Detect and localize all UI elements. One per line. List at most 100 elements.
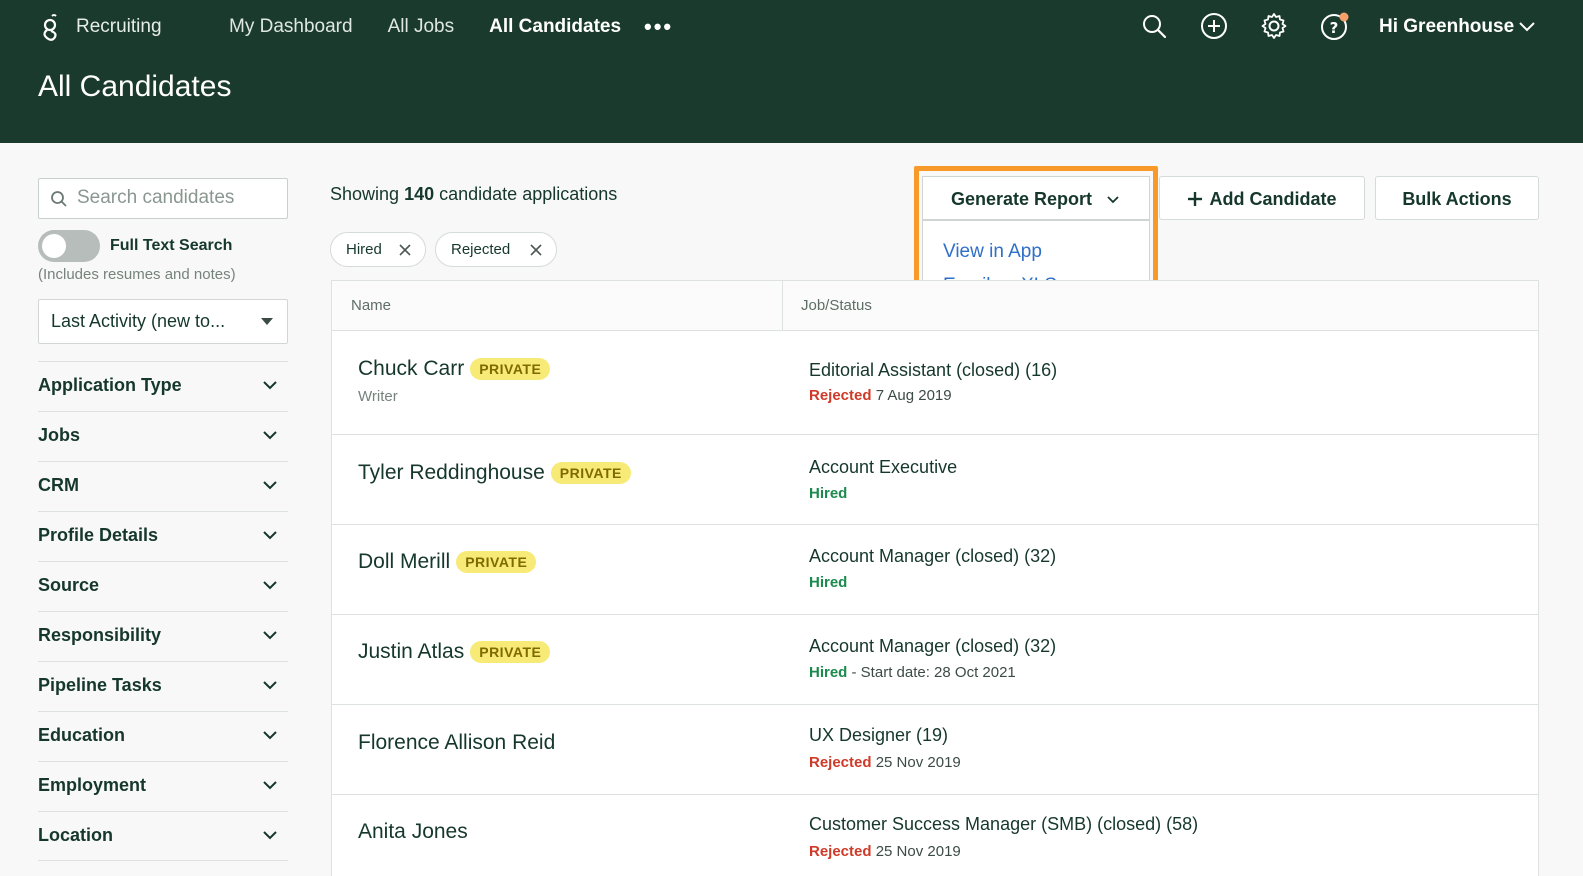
candidate-name-text: Chuck Carr xyxy=(358,357,465,380)
filter-label: Responsibility xyxy=(38,625,162,645)
bulk-actions-button[interactable]: Bulk Actions xyxy=(1375,176,1539,220)
column-name[interactable]: Name xyxy=(351,297,391,314)
candidate-name[interactable]: Doll Merill PRIVATE xyxy=(358,550,537,574)
application-status: Rejected 25 Nov 2019 xyxy=(809,843,961,860)
table-row[interactable]: Doll Merill PRIVATE Account Manager (clos… xyxy=(332,525,1538,615)
chevron-down-icon xyxy=(263,531,277,540)
main-nav: My Dashboard All Jobs All Candidates xyxy=(229,16,656,38)
status-detail: 25 Nov 2019 xyxy=(875,754,961,771)
table-row[interactable]: Tyler Reddinghouse PRIVATE Account Execut… xyxy=(332,435,1538,525)
svg-text:?: ? xyxy=(1330,19,1339,37)
top-header: Recruiting My Dashboard All Jobs All Can… xyxy=(0,0,1583,143)
plus-circle-icon[interactable] xyxy=(1200,12,1228,40)
candidates-table: Name Job/Status Chuck Carr PRIVATE Writer… xyxy=(331,280,1539,876)
candidate-name[interactable]: Justin Atlas PRIVATE xyxy=(358,640,551,664)
private-badge: PRIVATE xyxy=(456,551,537,573)
status-label: Rejected xyxy=(809,843,872,860)
close-icon[interactable] xyxy=(399,244,411,256)
filter-source[interactable]: Source xyxy=(38,561,288,611)
chip-label: Hired xyxy=(346,241,382,258)
filter-label: Application Type xyxy=(38,375,182,395)
filter-responsibility[interactable]: Responsibility xyxy=(38,611,288,661)
job-title[interactable]: Customer Success Manager (SMB) (closed) … xyxy=(809,814,1198,835)
status-label: Rejected xyxy=(809,754,872,771)
user-menu[interactable]: Hi Greenhouse xyxy=(1379,16,1514,38)
job-title[interactable]: Account Manager (closed) (32) xyxy=(809,546,1056,567)
nav-all-candidates[interactable]: All Candidates xyxy=(489,16,621,38)
table-row[interactable]: Florence Allison Reid UX Designer (19) R… xyxy=(332,705,1538,795)
sort-value: Last Activity (new to... xyxy=(51,311,226,331)
job-title[interactable]: Editorial Assistant (closed) (16) xyxy=(809,360,1057,381)
gear-icon[interactable] xyxy=(1260,12,1288,40)
filter-application-type[interactable]: Application Type xyxy=(38,361,288,411)
column-job-status[interactable]: Job/Status xyxy=(801,297,872,314)
application-status: Hired xyxy=(809,574,847,591)
candidate-name[interactable]: Florence Allison Reid xyxy=(358,731,555,755)
candidate-name[interactable]: Tyler Reddinghouse PRIVATE xyxy=(358,461,631,485)
plus-icon xyxy=(1188,192,1203,206)
candidate-name-text: Florence Allison Reid xyxy=(358,731,556,754)
full-text-search-note: (Includes resumes and notes) xyxy=(38,266,236,283)
search-icon xyxy=(51,191,67,207)
help-icon[interactable]: ? xyxy=(1320,12,1352,40)
status-detail: - Start date: 28 Oct 2021 xyxy=(851,664,1016,681)
candidate-name-text: Doll Merill xyxy=(358,550,451,573)
filter-jobs[interactable]: Jobs xyxy=(38,411,288,461)
table-row[interactable]: Justin Atlas PRIVATE Account Manager (clo… xyxy=(332,615,1538,705)
candidate-name-text: Tyler Reddinghouse xyxy=(358,461,545,484)
chevron-down-icon xyxy=(263,431,277,440)
private-badge: PRIVATE xyxy=(470,641,551,663)
private-badge: PRIVATE xyxy=(470,358,551,380)
job-title[interactable]: Account Manager (closed) (32) xyxy=(809,636,1056,657)
status-label: Hired xyxy=(809,485,848,502)
sort-select[interactable]: Last Activity (new to... xyxy=(38,299,288,344)
chevron-down-icon xyxy=(263,481,277,490)
bulk-actions-label: Bulk Actions xyxy=(1402,189,1512,209)
add-candidate-button[interactable]: Add Candidate xyxy=(1159,176,1365,220)
private-badge: PRIVATE xyxy=(550,462,631,484)
search-candidates xyxy=(38,178,288,219)
table-header: Name Job/Status xyxy=(332,281,1538,331)
status-detail: 25 Nov 2019 xyxy=(875,843,961,860)
toggle-knob xyxy=(42,234,66,258)
filter-crm[interactable]: CRM xyxy=(38,461,288,511)
chevron-down-icon xyxy=(263,581,277,590)
caret-down-icon xyxy=(261,318,273,325)
status-label: Hired xyxy=(809,574,848,591)
filter-profile-details[interactable]: Profile Details xyxy=(38,511,288,561)
full-text-search-toggle[interactable] xyxy=(38,230,100,262)
filter-label: CRM xyxy=(38,475,79,495)
nav-my-dashboard[interactable]: My Dashboard xyxy=(229,16,353,38)
filter-label: Profile Details xyxy=(38,525,159,545)
filter-education[interactable]: Education xyxy=(38,711,288,761)
filter-pipeline-tasks[interactable]: Pipeline Tasks xyxy=(38,661,288,711)
filter-employment[interactable]: Employment xyxy=(38,761,288,811)
results-count: Showing 140 candidate applications xyxy=(330,184,617,205)
showing-count: 140 xyxy=(404,184,435,204)
search-icon[interactable] xyxy=(1140,12,1168,40)
chevron-down-icon xyxy=(263,831,277,840)
filter-label: Location xyxy=(38,825,113,845)
job-title[interactable]: Account Executive xyxy=(809,457,957,478)
table-row[interactable]: Anita Jones Customer Success Manager (SM… xyxy=(332,795,1538,876)
showing-prefix: Showing xyxy=(330,184,400,204)
showing-suffix: candidate applications xyxy=(439,184,618,204)
chevron-down-icon[interactable] xyxy=(1518,20,1536,34)
table-row[interactable]: Chuck Carr PRIVATE Writer Editorial Assis… xyxy=(332,331,1538,435)
search-input[interactable] xyxy=(77,187,277,209)
filter-label: Employment xyxy=(38,775,147,795)
chip-rejected: Rejected xyxy=(435,232,557,267)
brand-name[interactable]: Recruiting xyxy=(76,16,162,38)
chevron-down-icon xyxy=(263,381,277,390)
candidate-name-text: Justin Atlas xyxy=(358,640,465,663)
status-label: Rejected xyxy=(809,387,872,404)
job-title[interactable]: UX Designer (19) xyxy=(809,725,948,746)
candidate-name[interactable]: Anita Jones xyxy=(358,820,468,844)
application-status: Rejected 7 Aug 2019 xyxy=(809,387,952,404)
close-icon[interactable] xyxy=(530,244,542,256)
greenhouse-logo-icon[interactable] xyxy=(38,12,62,44)
nav-all-jobs[interactable]: All Jobs xyxy=(388,16,455,38)
nav-more-button[interactable]: ••• xyxy=(644,14,673,40)
candidate-name[interactable]: Chuck Carr PRIVATE xyxy=(358,357,551,381)
filter-location[interactable]: Location xyxy=(38,811,288,861)
